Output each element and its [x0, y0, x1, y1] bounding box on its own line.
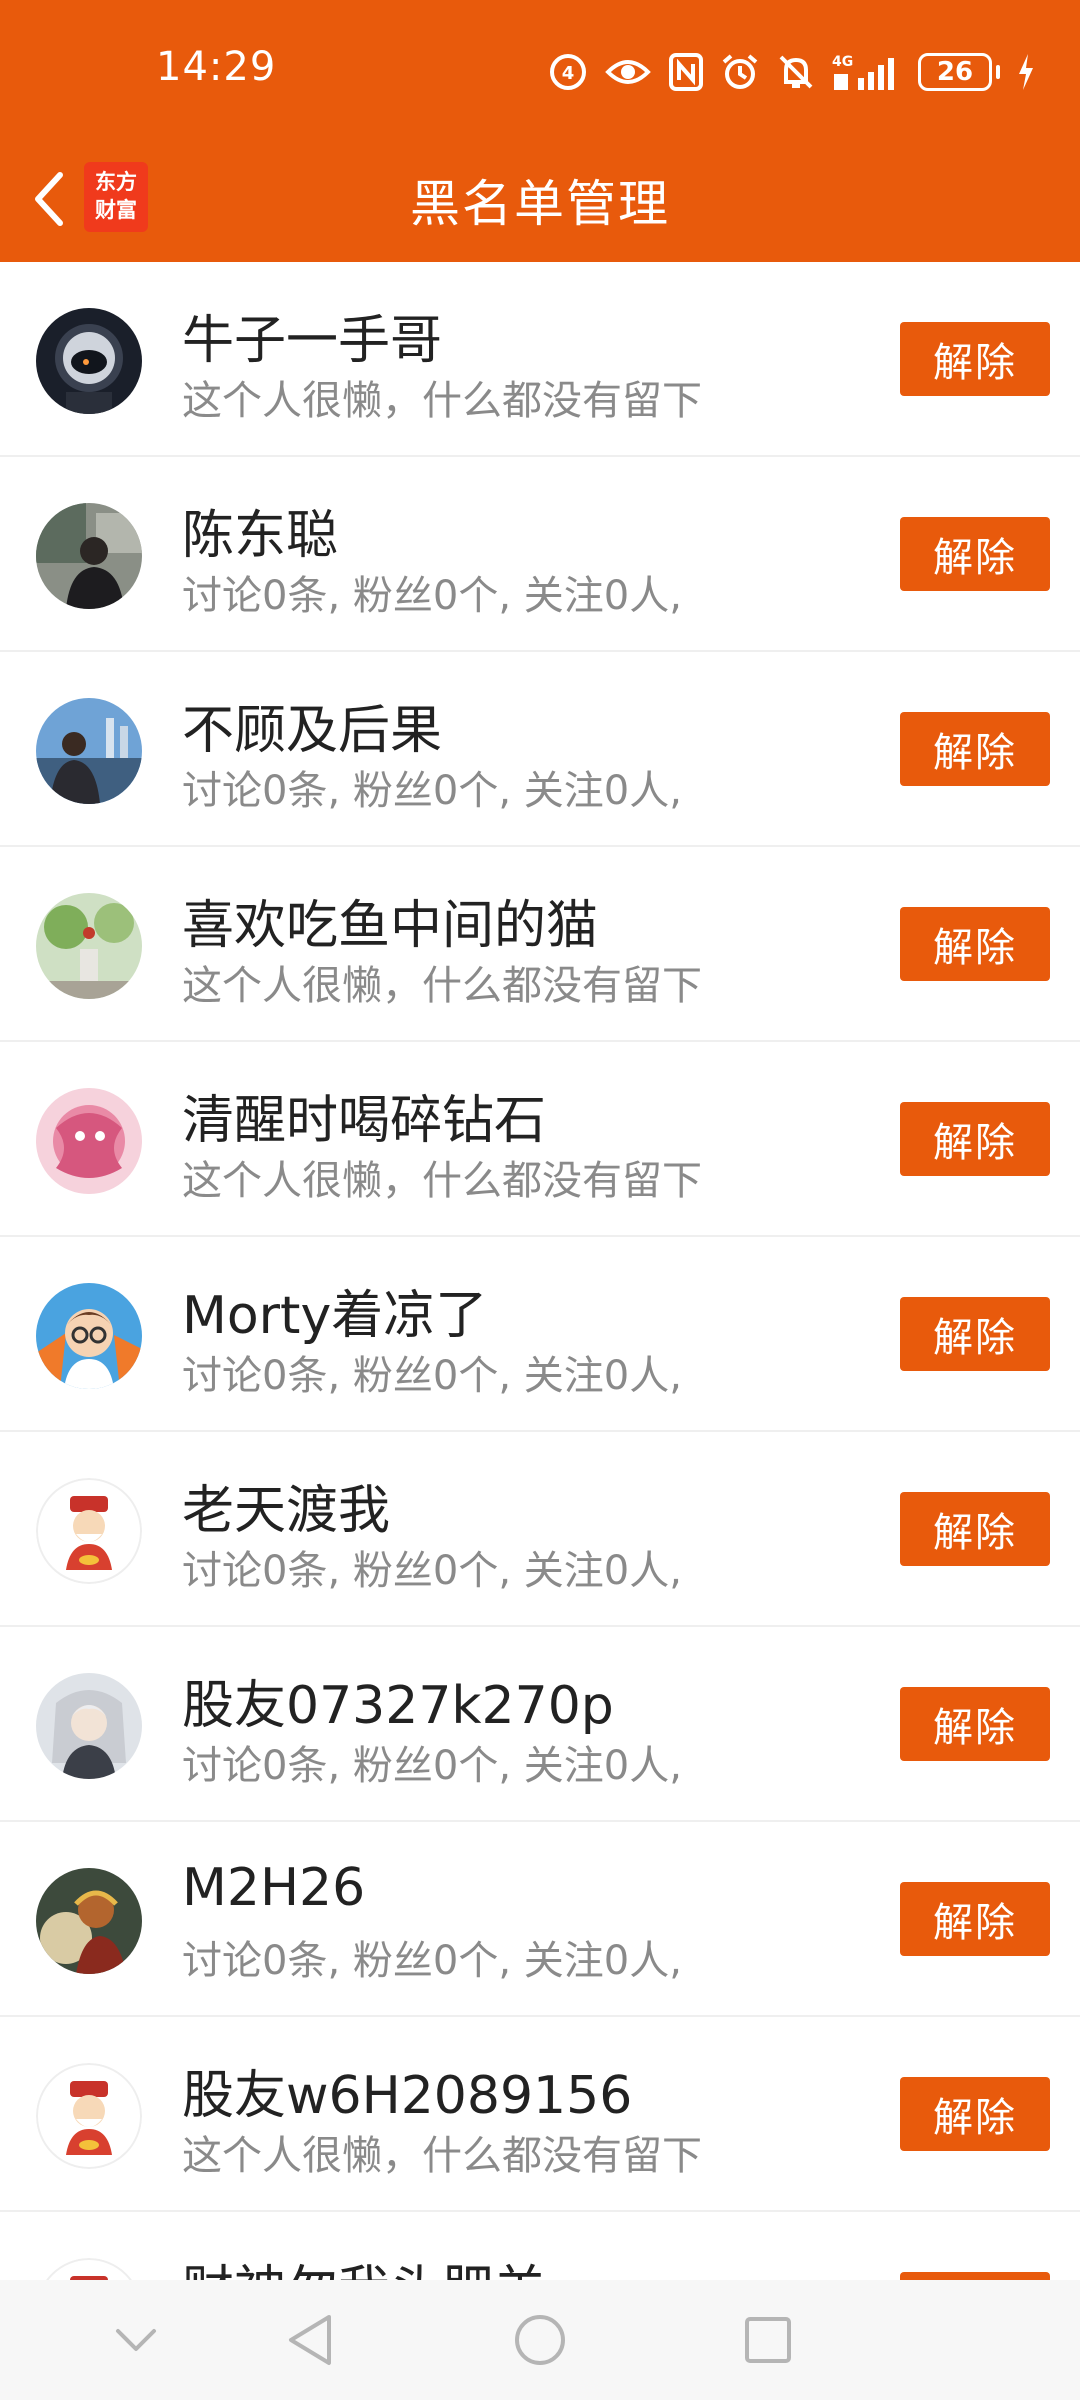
user-description: 讨论0条, 粉丝0个, 关注0人, — [182, 1548, 682, 1594]
charging-icon — [1019, 54, 1033, 90]
unblock-button[interactable]: 解除 — [900, 1492, 1050, 1566]
fortune-god-avatar[interactable] — [36, 1478, 142, 1584]
user-name: 牛子一手哥 — [182, 311, 443, 371]
unblock-button[interactable]: 解除 — [900, 712, 1050, 786]
status-bar: 14:29 4 4G 26 — [0, 0, 1080, 140]
alarm-icon — [722, 54, 758, 89]
photo-avatar[interactable] — [36, 503, 142, 609]
list-item: 牛子一手哥 这个人很懒，什么都没有留下 解除 — [0, 262, 1080, 457]
status-time: 14:29 — [156, 44, 277, 90]
unblock-button[interactable]: 解除 — [900, 517, 1050, 591]
unblock-button[interactable]: 解除 — [900, 907, 1050, 981]
unblock-button[interactable]: 解除 — [900, 1687, 1050, 1761]
mute-icon — [779, 55, 813, 89]
list-item: 老天渡我 讨论0条, 粉丝0个, 关注0人, 解除 — [0, 1432, 1080, 1627]
battery-level: 26 — [918, 53, 992, 91]
system-nav-bar — [0, 2280, 1080, 2400]
photo-avatar[interactable] — [36, 698, 142, 804]
svg-text:4G: 4G — [832, 54, 853, 70]
user-description: 这个人很懒，什么都没有留下 — [182, 2133, 702, 2179]
page-title: 黑名单管理 — [410, 175, 670, 233]
unblock-button[interactable]: 解除 — [900, 2077, 1050, 2151]
chevron-down-icon — [116, 2329, 156, 2351]
battery-tip — [996, 65, 1000, 79]
status-icons: 4 4G 26 — [548, 50, 1036, 94]
list-item: 不顾及后果 讨论0条, 粉丝0个, 关注0人, 解除 — [0, 652, 1080, 847]
monkey-king-avatar[interactable] — [36, 1868, 142, 1974]
unblock-button[interactable]: 解除 — [900, 322, 1050, 396]
user-name: 陈东聪 — [182, 506, 339, 566]
user-description: 这个人很懒，什么都没有留下 — [182, 963, 702, 1009]
user-description: 讨论0条, 粉丝0个, 关注0人, — [182, 1353, 682, 1399]
list-item: M2H26 讨论0条, 粉丝0个, 关注0人, 解除 — [0, 1822, 1080, 2017]
nav-hide-button[interactable] — [104, 2308, 168, 2372]
user-description: 讨论0条, 粉丝0个, 关注0人, — [182, 1743, 682, 1789]
list-item: Morty着凉了 讨论0条, 粉丝0个, 关注0人, 解除 — [0, 1237, 1080, 1432]
pink-dragon-avatar[interactable] — [36, 1088, 142, 1194]
home-circle-icon — [515, 2315, 565, 2365]
hd-call-icon: 4 — [550, 54, 586, 90]
user-name: 清醒时喝碎钻石 — [182, 1091, 547, 1151]
user-description: 讨论0条, 粉丝0个, 关注0人, — [182, 768, 682, 814]
list-item: 喜欢吃鱼中间的猫 这个人很懒，什么都没有留下 解除 — [0, 847, 1080, 1042]
cartoon-avatar[interactable] — [36, 1283, 142, 1389]
user-name: M2H26 — [182, 1858, 366, 1918]
user-name: 不顾及后果 — [182, 701, 443, 761]
user-description: 讨论0条, 粉丝0个, 关注0人, — [182, 1938, 682, 1984]
list-item: 清醒时喝碎钻石 这个人很懒，什么都没有留下 解除 — [0, 1042, 1080, 1237]
user-name: Morty着凉了 — [182, 1286, 488, 1346]
user-name: 股友w6H2089156 — [182, 2066, 633, 2126]
anime-avatar[interactable] — [36, 1673, 142, 1779]
user-description: 这个人很懒，什么都没有留下 — [182, 1158, 702, 1204]
fortune-god-avatar[interactable] — [36, 2063, 142, 2169]
title-bar: 东方 财富 黑名单管理 — [0, 140, 1080, 262]
signal-icon: 4G — [832, 54, 894, 90]
back-triangle-icon — [289, 2315, 331, 2365]
recents-square-icon — [745, 2317, 791, 2363]
user-description: 这个人很懒，什么都没有留下 — [182, 378, 702, 424]
unblock-button[interactable]: 解除 — [900, 1102, 1050, 1176]
svg-text:4: 4 — [562, 63, 575, 84]
helmet-avatar[interactable] — [36, 308, 142, 414]
user-name: 喜欢吃鱼中间的猫 — [182, 896, 599, 956]
nfc-icon — [669, 53, 703, 91]
nav-back-button[interactable] — [278, 2308, 342, 2372]
nav-recents-button[interactable] — [736, 2308, 800, 2372]
blacklist-list: 牛子一手哥 这个人很懒，什么都没有留下 解除 陈东聪 讨论0条, 粉丝0个, 关… — [0, 262, 1080, 2400]
list-item: 股友w6H2089156 这个人很懒，什么都没有留下 解除 — [0, 2017, 1080, 2212]
list-item: 陈东聪 讨论0条, 粉丝0个, 关注0人, 解除 — [0, 457, 1080, 652]
list-item: 股友07327k270p 讨论0条, 粉丝0个, 关注0人, 解除 — [0, 1627, 1080, 1822]
battery-indicator: 26 — [918, 53, 1000, 91]
app-header: 14:29 4 4G 26 东方 财富 黑名单管理 — [0, 0, 1080, 262]
unblock-button[interactable]: 解除 — [900, 1882, 1050, 1956]
user-name: 股友07327k270p — [182, 1676, 614, 1736]
user-description: 讨论0条, 粉丝0个, 关注0人, — [182, 573, 682, 619]
eye-icon — [605, 60, 651, 84]
user-name: 老天渡我 — [182, 1481, 391, 1541]
nav-home-button[interactable] — [508, 2308, 572, 2372]
photo-avatar[interactable] — [36, 893, 142, 999]
unblock-button[interactable]: 解除 — [900, 1297, 1050, 1371]
